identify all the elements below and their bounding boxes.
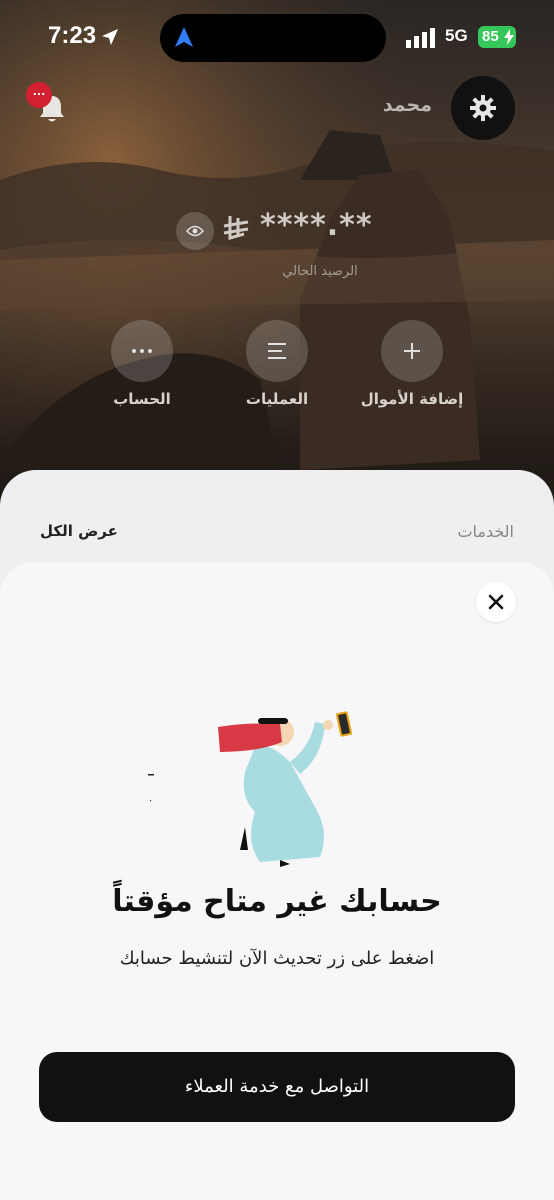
username: محمد <box>382 94 432 116</box>
account-unavailable-modal: حسابك غير متاح مؤقتاً اضغط على زر تحديث … <box>0 562 554 1200</box>
eye-icon <box>186 225 204 237</box>
signal-icon <box>406 28 435 48</box>
status-bar: 7:23 5G 85 <box>0 0 554 76</box>
contact-support-button[interactable]: التواصل مع خدمة العملاء <box>39 1052 515 1122</box>
add-funds-action[interactable]: إضافة الأموال <box>352 320 472 408</box>
account-action[interactable]: الحساب <box>82 320 202 408</box>
location-arrow-icon <box>102 29 118 45</box>
more-dots-icon <box>132 349 152 353</box>
account-action-label: الحساب <box>113 390 171 408</box>
modal-subtitle: اضغط على زر تحديث الآن لتنشيط حسابك <box>119 948 435 969</box>
list-icon <box>268 343 286 359</box>
navigation-arrow-icon <box>175 27 193 47</box>
close-icon <box>488 594 504 610</box>
settings-button[interactable] <box>451 76 515 140</box>
network-type: 5G <box>445 26 468 45</box>
battery-level: 85 <box>482 28 499 45</box>
close-button[interactable] <box>476 582 516 622</box>
toggle-balance-button[interactable] <box>176 212 214 250</box>
add-funds-action-button[interactable] <box>381 320 443 382</box>
modal-title: حسابك غير متاح مؤقتاً <box>112 884 442 919</box>
add-funds-action-label: إضافة الأموال <box>360 390 464 408</box>
gear-icon <box>470 95 496 121</box>
transactions-action-label: العمليات <box>245 390 309 408</box>
status-time: 7:23 <box>48 22 97 49</box>
battery-indicator: 85 <box>478 26 516 48</box>
transactions-action[interactable]: العمليات <box>217 320 337 408</box>
services-title: الخدمات <box>457 522 514 541</box>
plus-icon <box>404 343 420 359</box>
riyal-symbol-icon <box>223 216 249 240</box>
balance-label: الرصيد الحالي <box>282 264 358 279</box>
screen: 7:23 5G 85 ... محمد ****.** الرصيد الحال… <box>0 0 554 1200</box>
account-action-button[interactable] <box>111 320 173 382</box>
dynamic-island <box>160 14 386 62</box>
balance-row: ****.** <box>176 208 396 250</box>
transactions-action-button[interactable] <box>246 320 308 382</box>
balance-value: ****.** <box>260 208 373 243</box>
person-with-phone-illustration <box>148 711 352 867</box>
charging-bolt-icon <box>504 29 514 45</box>
notification-badge: ... <box>26 82 52 108</box>
view-all-link[interactable]: عرض الكل <box>40 522 118 540</box>
